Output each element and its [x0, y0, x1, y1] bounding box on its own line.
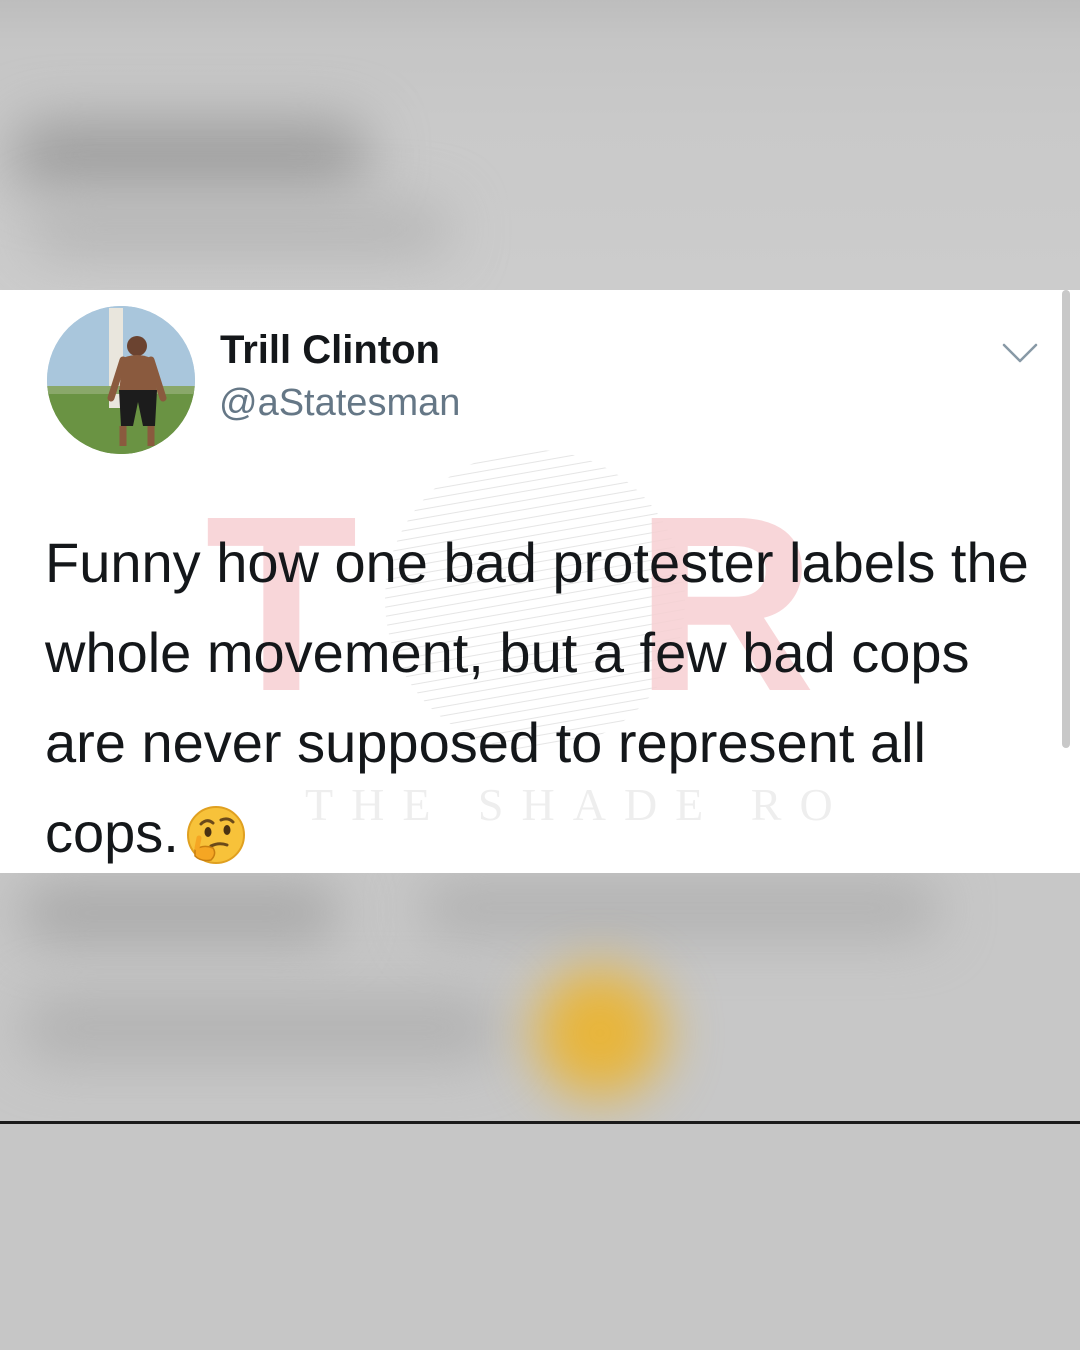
tweet-card[interactable]: T R THE SHADE ROOM Trill Clinton @aState… [0, 290, 1080, 873]
empty-background [0, 1124, 1080, 1350]
blurred-next-tweet-region [0, 873, 1080, 1121]
chevron-down-icon[interactable] [1002, 342, 1038, 364]
blurred-header-region [0, 0, 1080, 290]
avatar[interactable] [47, 306, 195, 454]
thinking-face-icon [186, 806, 245, 864]
avatar-photo [47, 306, 195, 454]
scrollbar[interactable] [1062, 290, 1070, 748]
user-handle[interactable]: @aStatesman [219, 382, 460, 425]
tweet-text: Funny how one bad protester labels the w… [45, 518, 1035, 873]
display-name[interactable]: Trill Clinton [220, 328, 440, 373]
